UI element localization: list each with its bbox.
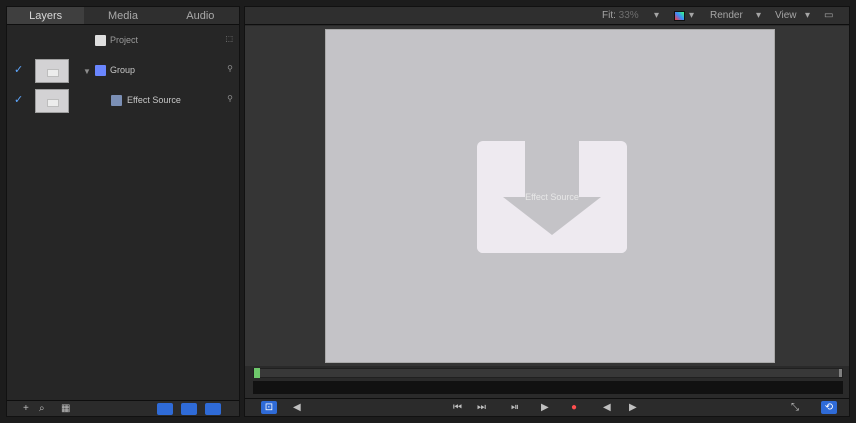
layer-options-icon[interactable]: ⚲ [227,64,233,73]
layers-toolbar: + ⌕ ▦ [7,400,239,416]
tab-audio[interactable]: Audio [162,7,239,24]
go-to-end-icon[interactable]: ⏭ [477,401,486,414]
search-icon[interactable]: ⌕ [39,403,45,415]
loop-icon[interactable]: ⟲ [821,401,837,414]
channels-dropdown-icon[interactable]: ▾ [689,10,694,22]
audio-next-icon[interactable]: ▶ [629,401,637,414]
disclosure-triangle-icon[interactable]: ▼ [83,67,91,76]
layer-checkbox[interactable]: ✓ [14,65,24,76]
layer-checkbox[interactable]: ✓ [14,95,24,106]
view-dropdown-icon[interactable]: ▾ [805,10,810,22]
behaviors-button[interactable] [181,403,197,415]
tab-media[interactable]: Media [84,7,161,24]
previous-icon[interactable]: ◀ [293,401,301,414]
audio-icon[interactable]: ◀ [603,401,611,414]
layer-label: Effect Source [127,95,181,105]
fit-label: Fit: 33% [602,10,639,21]
play-icon[interactable]: ▶ [541,401,549,414]
timing-display-button[interactable]: ⊡ [261,401,277,414]
filters-button[interactable] [205,403,221,415]
canvas-viewer: Effect Source [245,26,849,366]
effect-source-drop-zone[interactable]: Effect Source [477,141,627,253]
fit-value[interactable]: 33% [619,10,639,21]
lock-icon[interactable]: ⬚ [225,34,233,43]
canvas-toolbar: Fit: 33% ▾ ▾ Render ▾ View ▾ ▭ [245,7,849,25]
timeline-track[interactable] [253,381,843,394]
render-dropdown-icon[interactable]: ▾ [756,10,761,22]
add-layer-button[interactable]: + [23,403,29,415]
drop-zone-label: Effect Source [525,192,579,202]
tab-layers[interactable]: Layers [7,7,85,24]
layer-thumbnail [35,89,69,113]
color-channels-icon[interactable] [674,11,685,21]
layout-icon[interactable]: ▭ [824,10,833,22]
layer-list: Project ⬚ ✓ ▼ Group ⚲ ✓ Effect Source ⚲ [7,27,239,402]
canvas-panel: Fit: 33% ▾ ▾ Render ▾ View ▾ ▭ Effect So… [244,6,850,417]
layer-label: Group [110,65,136,75]
view-menu[interactable]: View [775,10,797,22]
playhead-marker[interactable] [254,368,260,378]
drop-arrow-icon [503,197,601,235]
out-point-marker[interactable] [839,369,842,377]
step-forward-icon[interactable]: ⏯ [511,401,519,414]
layers-panel: Layers Media Audio Project ⬚ ✓ ▼ Group ⚲… [6,6,240,417]
layer-thumbnail [35,59,69,83]
layer-label: Project [110,35,139,45]
layer-row-group[interactable]: ✓ ▼ Group ⚲ [7,57,239,85]
document-icon [95,35,106,46]
panel-tab-bar: Layers Media Audio [7,7,239,25]
layer-options-icon[interactable]: ⚲ [227,94,233,103]
go-to-start-icon[interactable]: ⏮ [453,401,462,414]
mini-timeline[interactable] [253,368,843,378]
group-icon [95,65,106,76]
layer-row-project[interactable]: Project ⬚ [7,27,239,55]
drop-arrow-stem [525,141,579,197]
transport-controls: ⊡ ◀ ⏮ ⏭ ⏯ ▶ ● ◀ ▶ ⤡ ⟲ [245,398,849,416]
canvas[interactable]: Effect Source [325,29,775,363]
render-menu[interactable]: Render [710,10,743,22]
layer-row-effect-source[interactable]: ✓ Effect Source ⚲ [7,87,239,115]
drop-zone-icon [111,95,122,106]
view-mode-button[interactable] [157,403,173,415]
motion-app: Layers Media Audio Project ⬚ ✓ ▼ Group ⚲… [0,0,856,423]
fit-dropdown-icon[interactable]: ▾ [654,10,659,22]
fullscreen-icon[interactable]: ⤡ [791,401,799,414]
layer-filter-icon[interactable]: ▦ [61,403,70,415]
record-icon[interactable]: ● [571,401,577,414]
